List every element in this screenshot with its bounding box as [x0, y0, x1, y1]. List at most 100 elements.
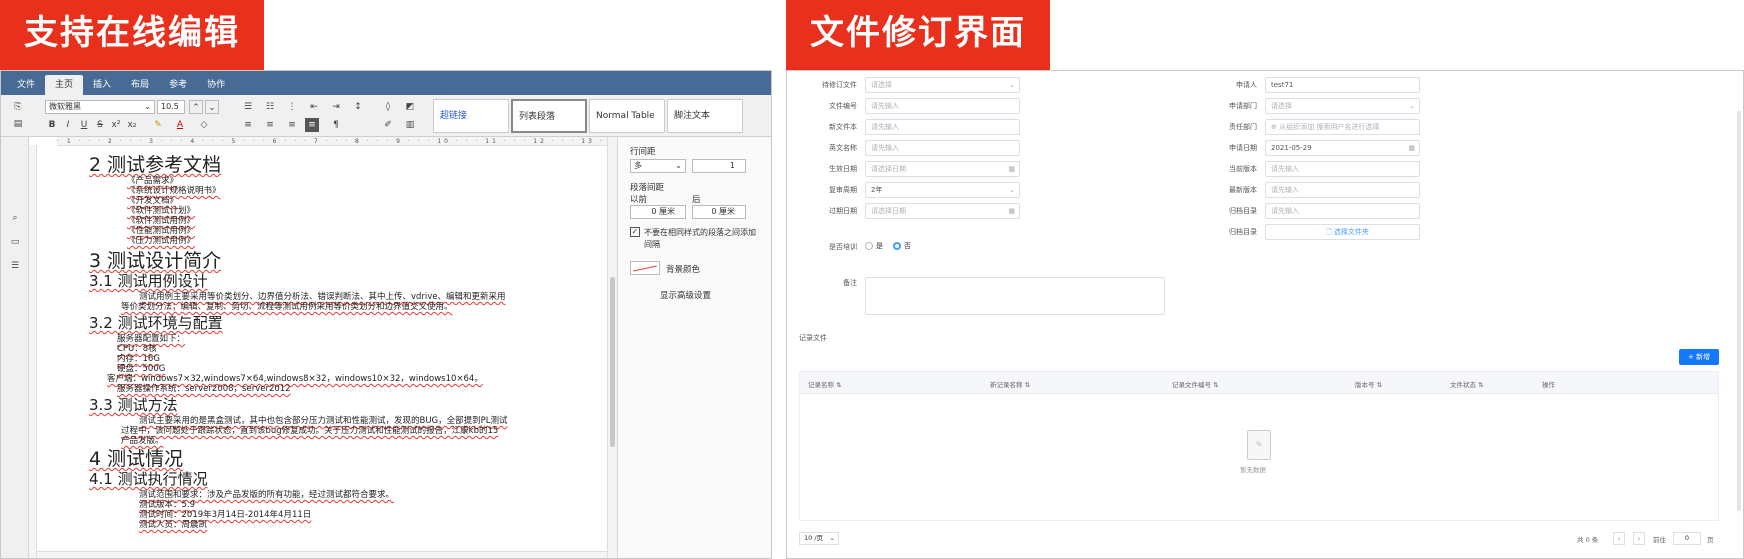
font-color-icon[interactable]: A — [173, 118, 187, 132]
strikethrough-icon[interactable]: S — [93, 118, 107, 132]
document-page[interactable]: 2 测试参考文档 《产品需求》 《系统设计规格说明书》 《开发文档》 《软件测试计划》《… — [57, 146, 607, 551]
shrink-font-icon[interactable]: ⌄ — [205, 100, 219, 114]
column-header[interactable]: 记录名称 ⇅ — [808, 379, 842, 389]
column-header[interactable]: 新记录名称 ⇅ — [990, 379, 1030, 389]
font-family-select[interactable]: 微软雅黑 ⌄ — [45, 100, 155, 114]
align-right-icon[interactable]: ≡ — [285, 118, 299, 132]
field-input[interactable]: 请选择日期 ▦ — [865, 161, 1020, 177]
no-space-checkbox[interactable]: ✓ — [630, 227, 640, 237]
form-scrollbar[interactable] — [1737, 111, 1741, 511]
line-spacing-value-input[interactable]: 1 — [692, 159, 746, 173]
field-input[interactable]: 2年 ⌄ — [865, 182, 1020, 198]
menu-item-5[interactable]: 协作 — [197, 75, 235, 95]
horizontal-ruler[interactable]: · 1 · · · 2 · · · 3 · · · 4 · · · 5 · · … — [57, 137, 617, 146]
menu-item-0[interactable]: 文件 — [7, 75, 45, 95]
field-input[interactable]: 请选择日期 ▦ — [865, 203, 1020, 219]
background-color-swatch[interactable] — [630, 261, 660, 275]
field-input[interactable]: 请先输入 — [865, 98, 1020, 114]
menu-item-4[interactable]: 参考 — [159, 75, 197, 95]
justify-icon[interactable]: ≡ — [305, 118, 319, 132]
field-input[interactable]: 2021-05-29 ▦ — [1265, 140, 1420, 156]
menu-item-2[interactable]: 插入 — [83, 75, 121, 95]
spacing-before-input[interactable]: 0 厘米 — [630, 205, 686, 219]
empty-text: 暂无数据 — [1240, 466, 1266, 474]
subscript-icon[interactable]: x₂ — [125, 118, 139, 132]
sort-icon[interactable]: ⇅ — [1211, 381, 1218, 389]
heading: 2 测试参考文档 — [89, 154, 222, 176]
eraser-icon[interactable]: ◊ — [381, 100, 395, 114]
sort-icon[interactable]: ⇅ — [1375, 381, 1382, 389]
field-input[interactable]: 请选择 ⌄ — [865, 77, 1020, 93]
sort-icon[interactable]: ⇅ — [1023, 381, 1030, 389]
navigation-icon[interactable]: ☰ — [8, 259, 22, 273]
copy-style-icon[interactable]: ✐ — [381, 118, 395, 132]
bullet-list-icon[interactable]: ☰ — [241, 100, 255, 114]
paste-icon[interactable]: ⎘ — [11, 100, 25, 114]
training-yes-label: 是 — [876, 242, 883, 250]
line-spacing-label: 行间距 — [630, 147, 656, 157]
field-input[interactable]: 请先输入 — [1265, 203, 1420, 219]
field-input[interactable]: 请先输入 — [865, 119, 1020, 135]
clear-format-icon[interactable]: ◇ — [197, 118, 211, 132]
training-no-radio[interactable] — [893, 242, 901, 250]
chevron-down-icon: ⌄ — [1009, 81, 1015, 89]
multilevel-list-icon[interactable]: ⋮ — [285, 100, 299, 114]
column-header[interactable]: 记录文件编号 ⇅ — [1172, 379, 1219, 389]
style-list-paragraph[interactable]: 列表段落 — [511, 99, 587, 133]
underline-icon[interactable]: U — [77, 118, 91, 132]
column-header[interactable]: 文件状态 ⇅ — [1450, 379, 1484, 389]
style-hyperlink[interactable]: 超链接 — [433, 99, 509, 133]
line-spacing-icon[interactable]: ↕ — [351, 100, 365, 114]
numbered-list-icon[interactable]: ☷ — [263, 100, 277, 114]
menu-item-1[interactable]: 主页 — [45, 75, 84, 95]
calendar-icon: ▦ — [1008, 207, 1015, 215]
field-input[interactable]: test71 — [1265, 77, 1420, 93]
comment-icon[interactable]: ▭ — [8, 235, 22, 249]
clipboard-icon[interactable]: ▤ — [11, 117, 25, 131]
vertical-ruler[interactable] — [29, 145, 37, 558]
vertical-scrollbar[interactable] — [607, 137, 617, 558]
field-value: test71 — [1271, 81, 1294, 89]
next-page-button[interactable]: › — [1633, 532, 1645, 545]
column-header[interactable]: 版本号 ⇅ — [1355, 379, 1382, 389]
prev-page-button[interactable]: ‹ — [1613, 532, 1625, 545]
sort-icon[interactable]: ⇅ — [1476, 381, 1483, 389]
increase-indent-icon[interactable]: ⇥ — [329, 100, 343, 114]
field-input[interactable]: 请选择 ⌄ — [1265, 98, 1420, 114]
goto-label: 前往 — [1653, 536, 1666, 544]
horizontal-scrollbar[interactable] — [37, 551, 607, 558]
page-number-input[interactable]: 0 — [1673, 532, 1701, 545]
search-icon[interactable]: ⌕ — [8, 211, 22, 225]
field-input[interactable]: ⊕ 从组织添加 搜索用户名进行选择 — [1265, 119, 1420, 135]
menu-item-3[interactable]: 布局 — [121, 75, 159, 95]
line-spacing-type-select[interactable]: 多 ⌄ — [630, 159, 686, 173]
grow-font-icon[interactable]: ⌃ — [189, 100, 203, 114]
paragraph-mark-icon[interactable]: ¶ — [329, 118, 343, 132]
field-input[interactable]: 请先输入 — [865, 140, 1020, 156]
paragraph-line: 测试人员：周晨凯 — [139, 520, 208, 530]
highlight-icon[interactable]: ✎ — [151, 118, 165, 132]
align-left-icon[interactable]: ≡ — [241, 118, 255, 132]
page-size-select[interactable]: 10 /页 ⌄ — [799, 532, 839, 545]
remark-textarea[interactable] — [865, 277, 1165, 315]
shading-icon[interactable]: ◩ — [403, 100, 417, 114]
style-footnote-text[interactable]: 脚注文本 — [667, 99, 743, 133]
add-record-button[interactable]: + 新增 — [1679, 349, 1719, 365]
italic-icon[interactable]: I — [61, 118, 75, 132]
sort-icon[interactable]: ⇅ — [834, 381, 841, 389]
bold-icon[interactable]: B — [45, 118, 59, 132]
column-header[interactable]: 操作 — [1542, 379, 1555, 389]
field-input[interactable]: 请先输入 — [1265, 161, 1420, 177]
training-yes-radio[interactable] — [865, 242, 873, 250]
spacing-after-input[interactable]: 0 厘米 — [692, 205, 746, 219]
align-center-icon[interactable]: ≡ — [263, 118, 277, 132]
decrease-indent-icon[interactable]: ⇤ — [307, 100, 321, 114]
field-label: 归档目录 — [1229, 207, 1257, 215]
show-advanced-settings-link[interactable]: 显示高级设置 — [660, 289, 711, 301]
format-painter-icon[interactable]: ▥ — [403, 118, 417, 132]
field-input[interactable]: 🗋 选择文件夹 — [1265, 224, 1420, 240]
field-input[interactable]: 请先输入 — [1265, 182, 1420, 198]
style-normal-table[interactable]: Normal Table — [589, 99, 665, 133]
superscript-icon[interactable]: x² — [109, 118, 123, 132]
font-size-select[interactable]: 10.5 — [157, 100, 185, 114]
